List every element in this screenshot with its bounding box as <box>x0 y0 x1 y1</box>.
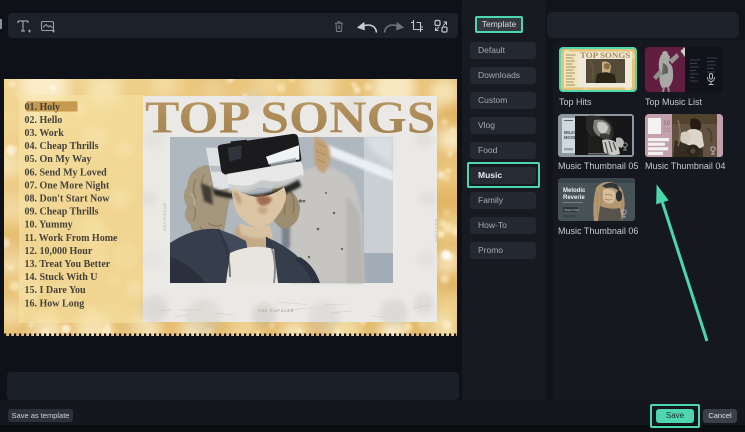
svg-text:Melodic: Melodic <box>563 188 586 194</box>
svg-text:10. Yummy: 10. Yummy <box>25 220 73 231</box>
svg-text:THE POPULAR: THE POPULAR <box>258 309 294 313</box>
svg-text:AMSTERDAM: AMSTERDAM <box>163 203 167 231</box>
svg-text:06. Send My Loved: 06. Send My Loved <box>25 167 108 178</box>
svg-text:16. How Long: 16. How Long <box>25 298 85 309</box>
svg-text:07. One More Night: 07. One More Night <box>25 180 110 191</box>
svg-text:08. Don't Start Now: 08. Don't Start Now <box>25 194 111 205</box>
svg-text:TOP SONGS: TOP SONGS <box>145 94 435 143</box>
svg-text:22: 22 <box>663 127 671 134</box>
svg-text:10: 10 <box>663 120 671 127</box>
svg-text:01. Holy: 01. Holy <box>25 102 61 113</box>
svg-text:09. Cheap Thrills: 09. Cheap Thrills <box>25 207 99 218</box>
svg-text:04. Cheap Thrills: 04. Cheap Thrills <box>25 141 99 152</box>
svg-text:TOP SONGS: TOP SONGS <box>580 50 630 60</box>
svg-text:Music Visit: Music Visit <box>565 208 579 212</box>
svg-text:03. Work: 03. Work <box>25 128 65 139</box>
svg-text:Reverie: Reverie <box>563 195 585 201</box>
svg-text:14. Stuck With U: 14. Stuck With U <box>25 272 98 283</box>
svg-text:KIDS PARK: KIDS PARK <box>434 219 438 243</box>
svg-text:13. Treat You Better: 13. Treat You Better <box>25 259 111 270</box>
svg-text:02. Hello: 02. Hello <box>25 115 63 126</box>
svg-text:15. I Dare You: 15. I Dare You <box>25 285 87 296</box>
svg-text:05. On My Way: 05. On My Way <box>25 154 92 165</box>
svg-text:12. 10,000 Hour: 12. 10,000 Hour <box>25 246 93 257</box>
svg-text:11. Work From Home: 11. Work From Home <box>25 233 119 244</box>
